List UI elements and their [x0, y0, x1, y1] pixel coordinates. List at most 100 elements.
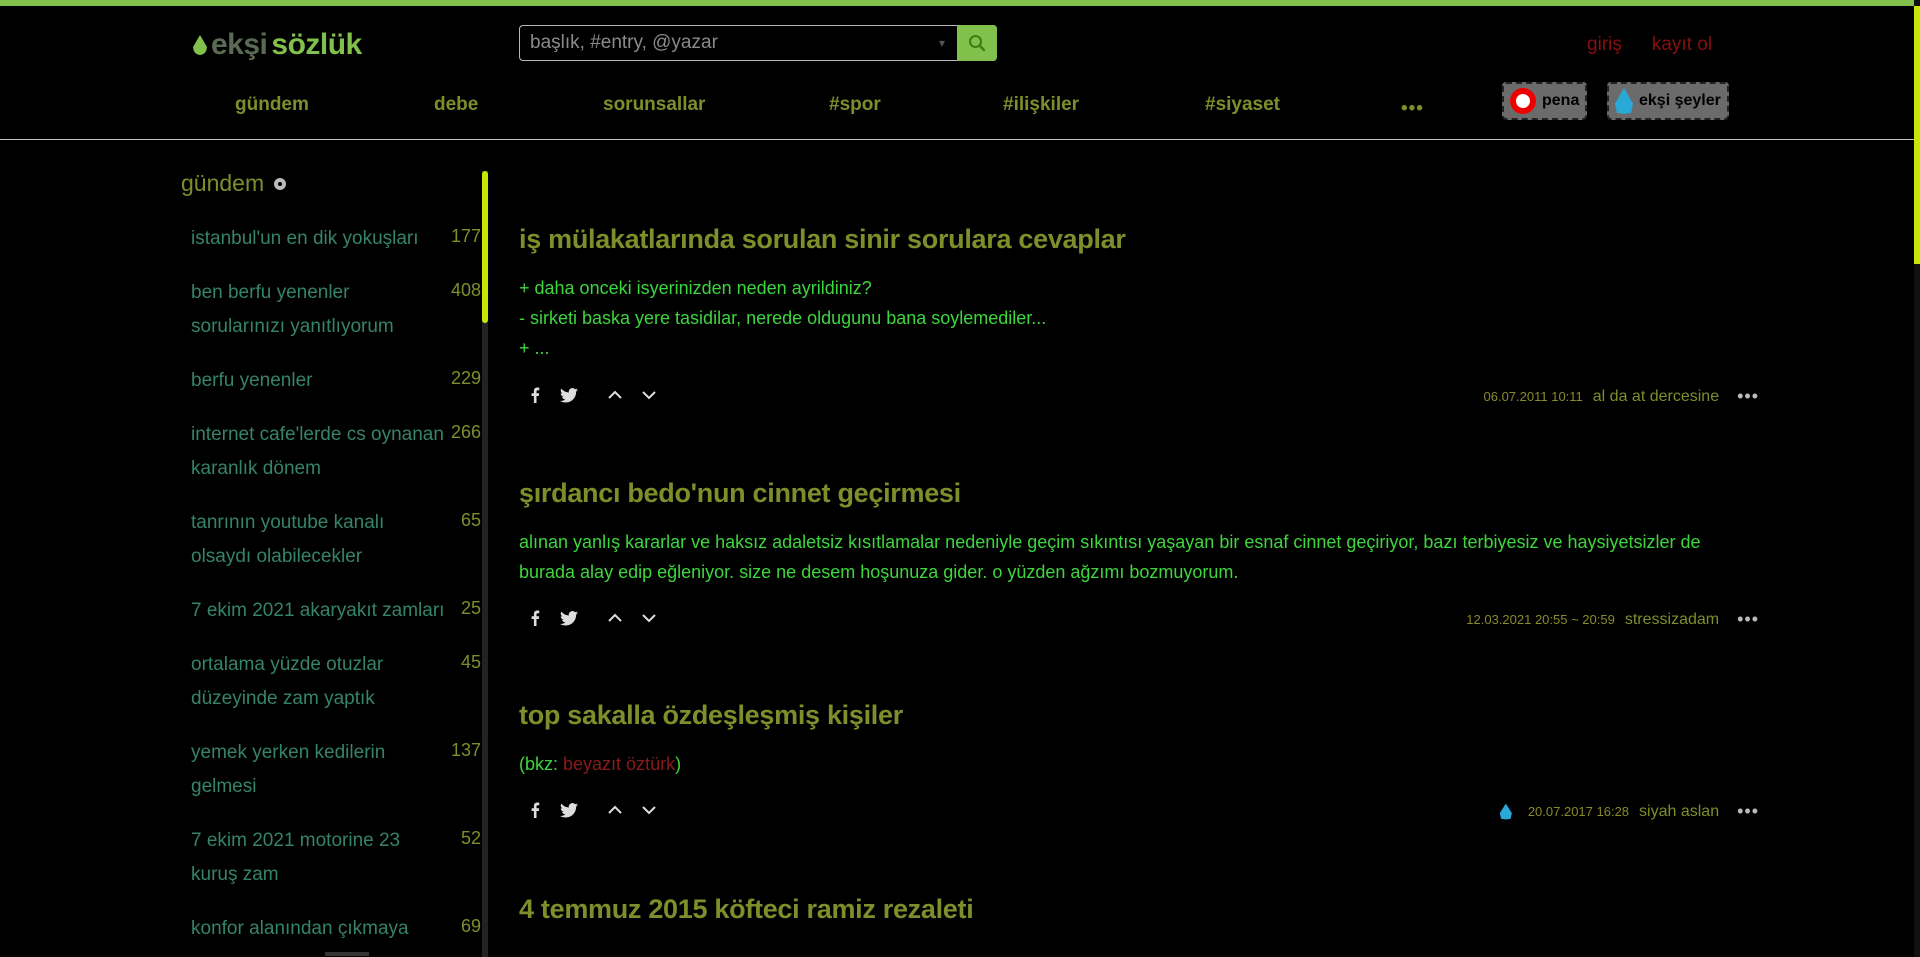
entry-topic-title[interactable]: 4 temmuz 2015 köfteci ramiz rezaleti: [519, 894, 1759, 925]
topic-title[interactable]: 7 ekim 2021 akaryakıt zamları: [191, 594, 461, 628]
entry-content: alınan yanlış kararlar ve haksız adalets…: [519, 527, 1759, 587]
drop-icon: [1499, 803, 1512, 820]
logo-text-eksi: ekşi: [211, 28, 268, 61]
logo-text-sozluk: sözlük: [271, 28, 362, 61]
topic-count: 45: [460, 652, 481, 672]
nav-more-icon[interactable]: •••: [1401, 99, 1424, 118]
topic-count: 25: [460, 598, 481, 618]
entry-author[interactable]: al da at dercesine: [1593, 388, 1719, 406]
topic-title[interactable]: ortalama yüzde otuzlar düzeyinde zam yap…: [191, 648, 446, 716]
login-link[interactable]: giriş: [1587, 34, 1622, 56]
topic-count: 266: [450, 422, 481, 442]
upvote-icon[interactable]: [606, 386, 624, 404]
entry-line: (bkz: beyazıt öztürk): [519, 749, 1759, 779]
entry-more-icon[interactable]: •••: [1737, 609, 1759, 630]
nav-sorunsallar[interactable]: sorunsallar: [603, 94, 705, 116]
nav-debe[interactable]: debe: [434, 94, 478, 116]
topic-count: 177: [450, 226, 481, 246]
site-logo[interactable]: ekşi sözlük: [193, 28, 362, 62]
downvote-icon[interactable]: [640, 386, 658, 404]
bkz-suffix: ): [675, 754, 682, 774]
entry-card: şırdancı bedo'nun cinnet geçirmesi alına…: [519, 478, 1759, 629]
bkz-prefix: (bkz:: [519, 754, 564, 774]
entry-date[interactable]: 12.03.2021 20:55 ~ 20:59: [1466, 612, 1615, 627]
topic-count: 52: [460, 828, 481, 848]
entry-actions: [526, 801, 658, 819]
entry-actions: [526, 386, 658, 404]
pena-icon: [1510, 88, 1536, 114]
entry-meta: 20.07.2017 16:28 siyah aslan •••: [1499, 801, 1759, 822]
nav-spor[interactable]: #spor: [829, 94, 881, 116]
topic-title[interactable]: tanrının youtube kanalı olsaydı olabilec…: [191, 506, 446, 574]
pena-button[interactable]: pena: [1502, 82, 1588, 120]
topic-title[interactable]: yemek yerken kedilerin gelmesi: [191, 736, 446, 804]
search-icon: [969, 35, 986, 52]
facebook-icon[interactable]: [526, 801, 544, 819]
topic-count: 69: [460, 916, 481, 936]
drop-icon: [1615, 88, 1633, 114]
search-dropdown-caret-icon[interactable]: ▾: [927, 26, 957, 60]
site-header: ekşisözlük ▾ giriş kayıt ol gündem debe …: [0, 6, 1914, 140]
facebook-icon[interactable]: [526, 386, 544, 404]
topic-title[interactable]: 7 ekim 2021 motorine 23 kuruş zam: [191, 824, 446, 892]
entry-line: + daha onceki isyerinizden neden ayrildi…: [519, 278, 872, 298]
entry-more-icon[interactable]: •••: [1737, 801, 1759, 822]
entry-date[interactable]: 06.07.2011 10:11: [1484, 389, 1583, 404]
sidebar: gündem istanbul'un en dik yokuşları 177 …: [181, 170, 481, 939]
topic-title[interactable]: konfor alanından çıkmaya: [191, 912, 446, 946]
register-link[interactable]: kayıt ol: [1652, 34, 1712, 56]
topic-count: 408: [450, 280, 481, 300]
twitter-icon[interactable]: [560, 386, 578, 404]
entry-meta: 06.07.2011 10:11 al da at dercesine •••: [1484, 386, 1760, 407]
nav-gundem[interactable]: gündem: [235, 94, 309, 116]
nav-iliskiler[interactable]: #ilişkiler: [1003, 94, 1079, 116]
sidebar-scrollbar-thumb[interactable]: [482, 171, 488, 323]
page-scrollbar-thumb[interactable]: [1914, 6, 1920, 264]
auth-links: giriş kayıt ol: [1587, 34, 1712, 56]
downvote-icon[interactable]: [640, 801, 658, 819]
upvote-icon[interactable]: [606, 801, 624, 819]
nav-siyaset[interactable]: #siyaset: [1205, 94, 1280, 116]
sidebar-horizontal-scrollbar[interactable]: [325, 952, 369, 956]
drop-logo-icon: [193, 35, 207, 55]
entry-date[interactable]: 20.07.2017 16:28: [1528, 804, 1629, 819]
pena-label: pena: [1542, 92, 1580, 109]
entry-more-icon[interactable]: •••: [1737, 386, 1759, 407]
topic-count: 65: [460, 510, 481, 530]
entry-card: 4 temmuz 2015 köfteci ramiz rezaleti: [519, 894, 1759, 925]
entry-author[interactable]: stressizadam: [1625, 611, 1719, 629]
upvote-icon[interactable]: [606, 609, 624, 627]
entry-meta: 12.03.2021 20:55 ~ 20:59 stressizadam ••…: [1466, 609, 1759, 630]
sidebar-header: gündem: [181, 170, 481, 197]
topic-count: 137: [450, 740, 481, 760]
bkz-link[interactable]: beyazıt öztürk: [563, 754, 675, 774]
facebook-icon[interactable]: [526, 609, 544, 627]
sidebar-title[interactable]: gündem: [181, 170, 264, 197]
entry-line: burada alay edip eğleniyor. size ne dese…: [519, 562, 1239, 582]
topic-title[interactable]: ben berfu yenenler sorularınızı yanıtlıy…: [191, 276, 446, 344]
topic-title[interactable]: internet cafe'lerde cs oynanan karanlık …: [191, 418, 446, 486]
entry-author[interactable]: siyah aslan: [1639, 803, 1719, 821]
topic-count: 229: [450, 368, 481, 388]
entry-card: top sakalla özdeşleşmiş kişiler (bkz: be…: [519, 700, 1759, 821]
entry-content: + daha onceki isyerinizden neden ayrildi…: [519, 273, 1759, 363]
downvote-icon[interactable]: [640, 609, 658, 627]
topic-title[interactable]: istanbul'un en dik yokuşları: [191, 222, 446, 256]
search-input[interactable]: [520, 26, 927, 60]
topic-title[interactable]: berfu yenenler: [191, 364, 446, 398]
entry-line: alınan yanlış kararlar ve haksız adalets…: [519, 532, 1701, 552]
search-box: ▾: [519, 25, 997, 61]
entry-topic-title[interactable]: iş mülakatlarında sorulan sinir sorulara…: [519, 224, 1759, 255]
twitter-icon[interactable]: [560, 609, 578, 627]
gear-icon[interactable]: [274, 177, 287, 190]
entry-actions: [526, 609, 658, 627]
twitter-icon[interactable]: [560, 801, 578, 819]
entry-topic-title[interactable]: şırdancı bedo'nun cinnet geçirmesi: [519, 478, 1759, 509]
entry-line: - sirketi baska yere tasidilar, nerede o…: [519, 308, 1047, 328]
entry-content: (bkz: beyazıt öztürk): [519, 749, 1759, 779]
entry-card: iş mülakatlarında sorulan sinir sorulara…: [519, 224, 1759, 406]
entry-line: + ...: [519, 338, 550, 358]
eksi-seyler-button[interactable]: ekşi şeyler: [1607, 82, 1729, 120]
search-button[interactable]: [957, 25, 997, 61]
entry-topic-title[interactable]: top sakalla özdeşleşmiş kişiler: [519, 700, 1759, 731]
